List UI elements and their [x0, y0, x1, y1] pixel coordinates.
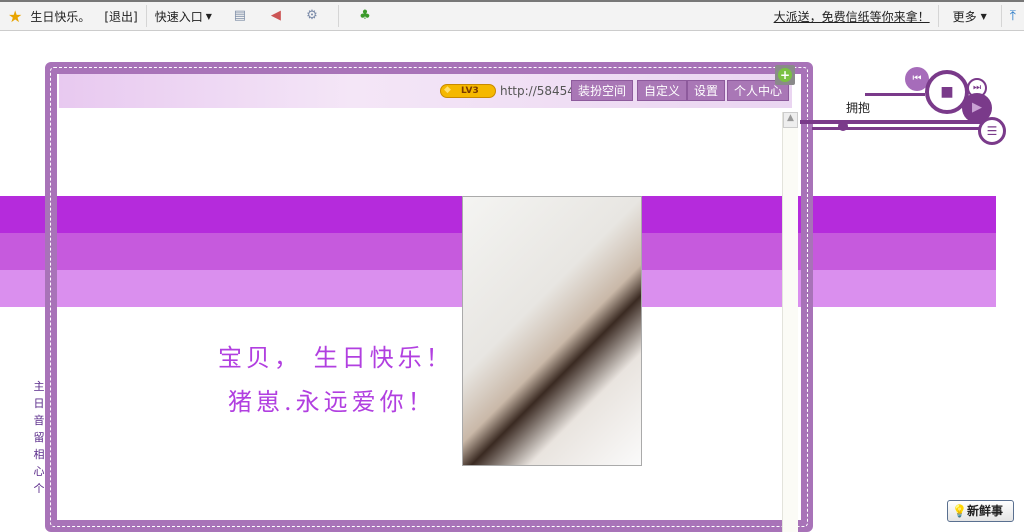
space-url[interactable]: http://58454 — [500, 84, 575, 98]
more-label: 更多 — [952, 9, 977, 24]
nav-item[interactable]: 留 — [32, 429, 46, 446]
nav-item[interactable]: 日 — [32, 395, 46, 412]
star-icon: ★ — [8, 6, 23, 26]
sidebar-nav: 主 日 音 留 相 心 个 — [32, 378, 46, 497]
scroll-up-icon[interactable]: ▲ — [783, 112, 798, 128]
diamond-icon: ◆ — [444, 85, 451, 95]
quick-entry-dropdown[interactable]: 快速入口 ▼ ▤ ◀ ⚙ — [147, 2, 338, 30]
gear-icon[interactable]: ⚙ — [304, 8, 320, 24]
chevron-down-icon: ▼ — [980, 11, 987, 21]
nav-item[interactable]: 个 — [32, 480, 46, 497]
logout-link[interactable]: [退出] — [104, 8, 137, 25]
list-icon[interactable]: ▤ — [232, 8, 248, 24]
add-icon[interactable]: + — [775, 65, 795, 85]
news-button[interactable]: 💡新鲜事 — [947, 500, 1014, 522]
song-title: 拥抱 — [846, 101, 871, 115]
user-section: ★ 生日快乐。 [退出] — [0, 2, 146, 30]
playlist-icon[interactable]: ☰ — [978, 117, 1006, 145]
settings-button[interactable]: 设置 — [687, 80, 726, 101]
mute-icon[interactable]: ◀ — [268, 8, 284, 24]
greeting-line-2: 猪崽.永远爱你！ — [228, 388, 436, 416]
arrow-up-icon: ⤒ — [1009, 8, 1016, 24]
profile-photo — [462, 196, 642, 466]
dress-up-button[interactable]: 装扮空间 — [571, 80, 634, 101]
scrollbar[interactable]: ▲ — [782, 112, 798, 532]
nav-item[interactable]: 相 — [32, 446, 46, 463]
clover-icon[interactable]: ♣ — [357, 8, 373, 24]
level-badge: ◆ LV3 — [440, 84, 496, 98]
customize-button[interactable]: 自定义 — [637, 80, 688, 101]
clover-section: ♣ — [339, 2, 391, 30]
promo-link[interactable]: 大派送，免费信纸等你来拿！ — [774, 8, 930, 25]
lightbulb-icon: 💡 — [952, 504, 967, 518]
nav-item[interactable]: 心 — [32, 463, 46, 480]
back-to-top-button[interactable]: ⤒ — [1002, 2, 1024, 30]
space-frame — [45, 62, 813, 532]
greeting-line-1: 宝贝， 生日快乐！ — [218, 344, 454, 372]
more-dropdown[interactable]: 更多 ▼ — [939, 2, 1001, 30]
chevron-down-icon: ▼ — [205, 11, 212, 21]
nav-item[interactable]: 主 — [32, 378, 46, 395]
promo-section: 大派送，免费信纸等你来拿！ — [766, 2, 938, 30]
nav-item[interactable]: 音 — [32, 412, 46, 429]
quick-entry-label: 快速入口 — [154, 9, 203, 24]
top-toolbar: ★ 生日快乐。 [退出] 快速入口 ▼ ▤ ◀ ⚙ ♣ 大派送，免费信纸等你来拿… — [0, 0, 1024, 31]
username[interactable]: 生日快乐。 — [30, 8, 90, 25]
